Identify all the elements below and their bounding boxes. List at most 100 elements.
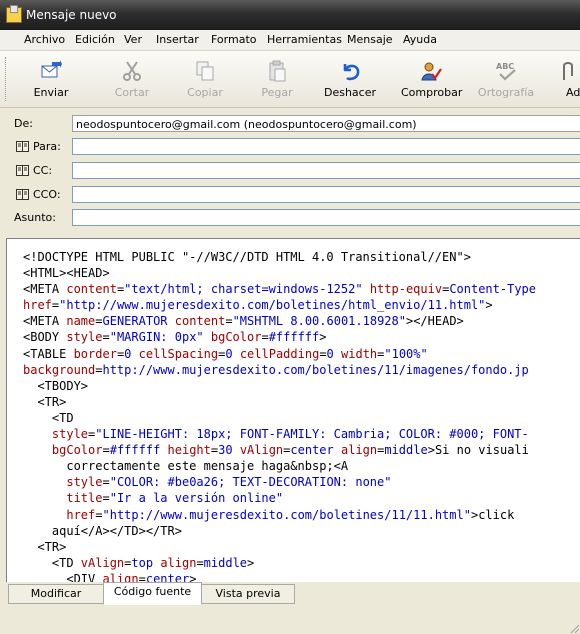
paste-button[interactable]: Pegar [247, 51, 307, 107]
menu-ayuda[interactable]: Ayuda [403, 33, 437, 46]
value-token: "100%" [384, 346, 428, 361]
tab-vista-previa[interactable]: Vista previa [201, 584, 295, 604]
tag-token [23, 475, 66, 489]
tag-token: > [247, 555, 255, 570]
to-field[interactable] [72, 138, 580, 155]
subject-field[interactable] [72, 209, 580, 226]
source-line: background=http://www.mujeresdexito.com/… [23, 362, 536, 378]
attach-button[interactable]: Adj [548, 51, 580, 107]
to-label[interactable]: Para: [33, 140, 61, 153]
attribute-token: style [66, 330, 103, 345]
to-row: Para: [0, 136, 580, 158]
from-row: De: neodospuntocero@gmail.com (neodospun… [0, 113, 580, 135]
check-names-button[interactable]: Comprobar [401, 51, 462, 107]
tag-token: <TBODY> [23, 378, 89, 393]
undo-icon [343, 64, 360, 81]
bcc-field[interactable] [72, 186, 580, 203]
attribute-token: cellSpacing [138, 346, 219, 361]
source-line: style="LINE-HEIGHT: 18px; FONT-FAMILY: C… [23, 426, 536, 442]
attribute-token: style [51, 427, 89, 442]
cc-field[interactable] [72, 162, 580, 179]
source-line: href="http://www.mujeresdexito.com/bolet… [23, 297, 536, 313]
cc-row: CC: [0, 160, 580, 182]
tag-token: > [485, 298, 493, 313]
undo-button[interactable]: Deshacer [320, 51, 380, 107]
toolbar-grip[interactable] [5, 57, 9, 101]
source-line: style="COLOR: #be0a26; TEXT-DECORATION: … [23, 474, 536, 490]
menu-ver[interactable]: Ver [124, 33, 142, 46]
address-book-icon[interactable] [16, 189, 29, 200]
attribute-token: border [73, 346, 117, 361]
bcc-row: CCO: [0, 184, 580, 206]
value-token: middle [384, 443, 428, 458]
value-token: "Ir a la versión online" [109, 491, 284, 506]
send-button[interactable]: Enviar [21, 51, 81, 107]
attach-icon [563, 62, 573, 80]
attribute-token: width [341, 346, 378, 361]
tag-token: <!DOCTYPE HTML PUBLIC "-//W3C//DTD HTML … [23, 250, 471, 264]
attribute-token: align [160, 555, 197, 570]
attribute-token: style [66, 475, 103, 490]
cut-button[interactable]: Cortar [102, 51, 162, 107]
source-editor[interactable]: <!DOCTYPE HTML PUBLIC "-//W3C//DTD HTML … [6, 238, 580, 584]
value-token: 0 [326, 346, 334, 361]
attach-label: Adj [566, 86, 580, 99]
attribute-token: vAlign [80, 555, 125, 570]
value-token: Content-Type [449, 282, 537, 297]
send-label: Enviar [33, 86, 69, 99]
tag-token: = [225, 314, 233, 329]
address-book-icon[interactable] [16, 141, 29, 152]
menu-edicion[interactable]: Edición [75, 33, 115, 46]
menu-formato[interactable]: Formato [211, 33, 257, 46]
cc-label[interactable]: CC: [33, 164, 52, 177]
tab-modificar[interactable]: Modificar [8, 584, 104, 604]
bcc-label[interactable]: CCO: [33, 188, 61, 201]
source-line: <BODY style="MARGIN: 0px" bgColor=#fffff… [23, 329, 536, 345]
tag-token [363, 282, 370, 296]
value-token: "http://www.mujeresdexito.com/boletines/… [59, 298, 486, 313]
from-label: De: [14, 117, 33, 130]
menu-insertar[interactable]: Insertar [156, 33, 199, 46]
value-token: "COLOR: #be0a26; TEXT-DECORATION: none" [109, 475, 392, 490]
html-source-text[interactable]: <!DOCTYPE HTML PUBLIC "-//W3C//DTD HTML … [23, 249, 537, 583]
value-token: middle [203, 555, 248, 570]
subject-row: Asunto: [0, 207, 580, 229]
from-field[interactable]: neodospuntocero@gmail.com (neodospuntoce… [72, 115, 580, 132]
resize-grip-icon[interactable] [568, 622, 580, 634]
new-message-icon [6, 5, 22, 23]
value-token: "text/html; charset=windows-1252" [124, 282, 363, 297]
menu-herramientas[interactable]: Herramientas [267, 33, 342, 46]
tag-token: = [95, 314, 103, 329]
tag-token: ></HEAD> [405, 314, 464, 329]
menu-mensaje[interactable]: Mensaje [347, 33, 393, 46]
value-token: "MSHTML 8.00.6001.18928" [232, 314, 406, 329]
paste-label: Pegar [261, 86, 293, 99]
attribute-token: content [174, 314, 226, 329]
address-book-icon[interactable] [16, 165, 29, 176]
tag-token: <TD [23, 555, 81, 570]
spelling-button[interactable]: ABC Ortografía [476, 51, 536, 107]
cut-label: Cortar [114, 86, 150, 99]
tag-token: correctamente este mensaje haga&nbsp;<A [23, 459, 349, 474]
check-names-icon [421, 62, 442, 81]
tag-token: <META [23, 314, 67, 329]
tag-token: = [102, 475, 110, 490]
source-line: correctamente este mensaje haga&nbsp;<A [23, 458, 536, 474]
copy-button[interactable]: Copiar [175, 51, 235, 107]
tag-token [160, 443, 167, 457]
source-line: <TD vAlign=top align=middle> [23, 555, 536, 571]
attribute-token: height [167, 443, 211, 458]
tag-token: = [196, 555, 204, 570]
tag-token: <TR> [23, 394, 67, 409]
menu-archivo[interactable]: Archivo [24, 33, 65, 46]
tag-token [23, 508, 66, 522]
tab-codigo-fuente[interactable]: Código fuente [103, 582, 202, 605]
attribute-token: href [66, 507, 96, 522]
source-line: <!DOCTYPE HTML PUBLIC "-//W3C//DTD HTML … [23, 249, 536, 265]
tag-token [204, 330, 211, 344]
attribute-token: name [66, 314, 96, 329]
attribute-token: align [341, 443, 378, 458]
attribute-token: content [66, 282, 117, 297]
message-header: De: neodospuntocero@gmail.com (neodospun… [0, 108, 580, 234]
source-line: <TD [23, 410, 536, 426]
